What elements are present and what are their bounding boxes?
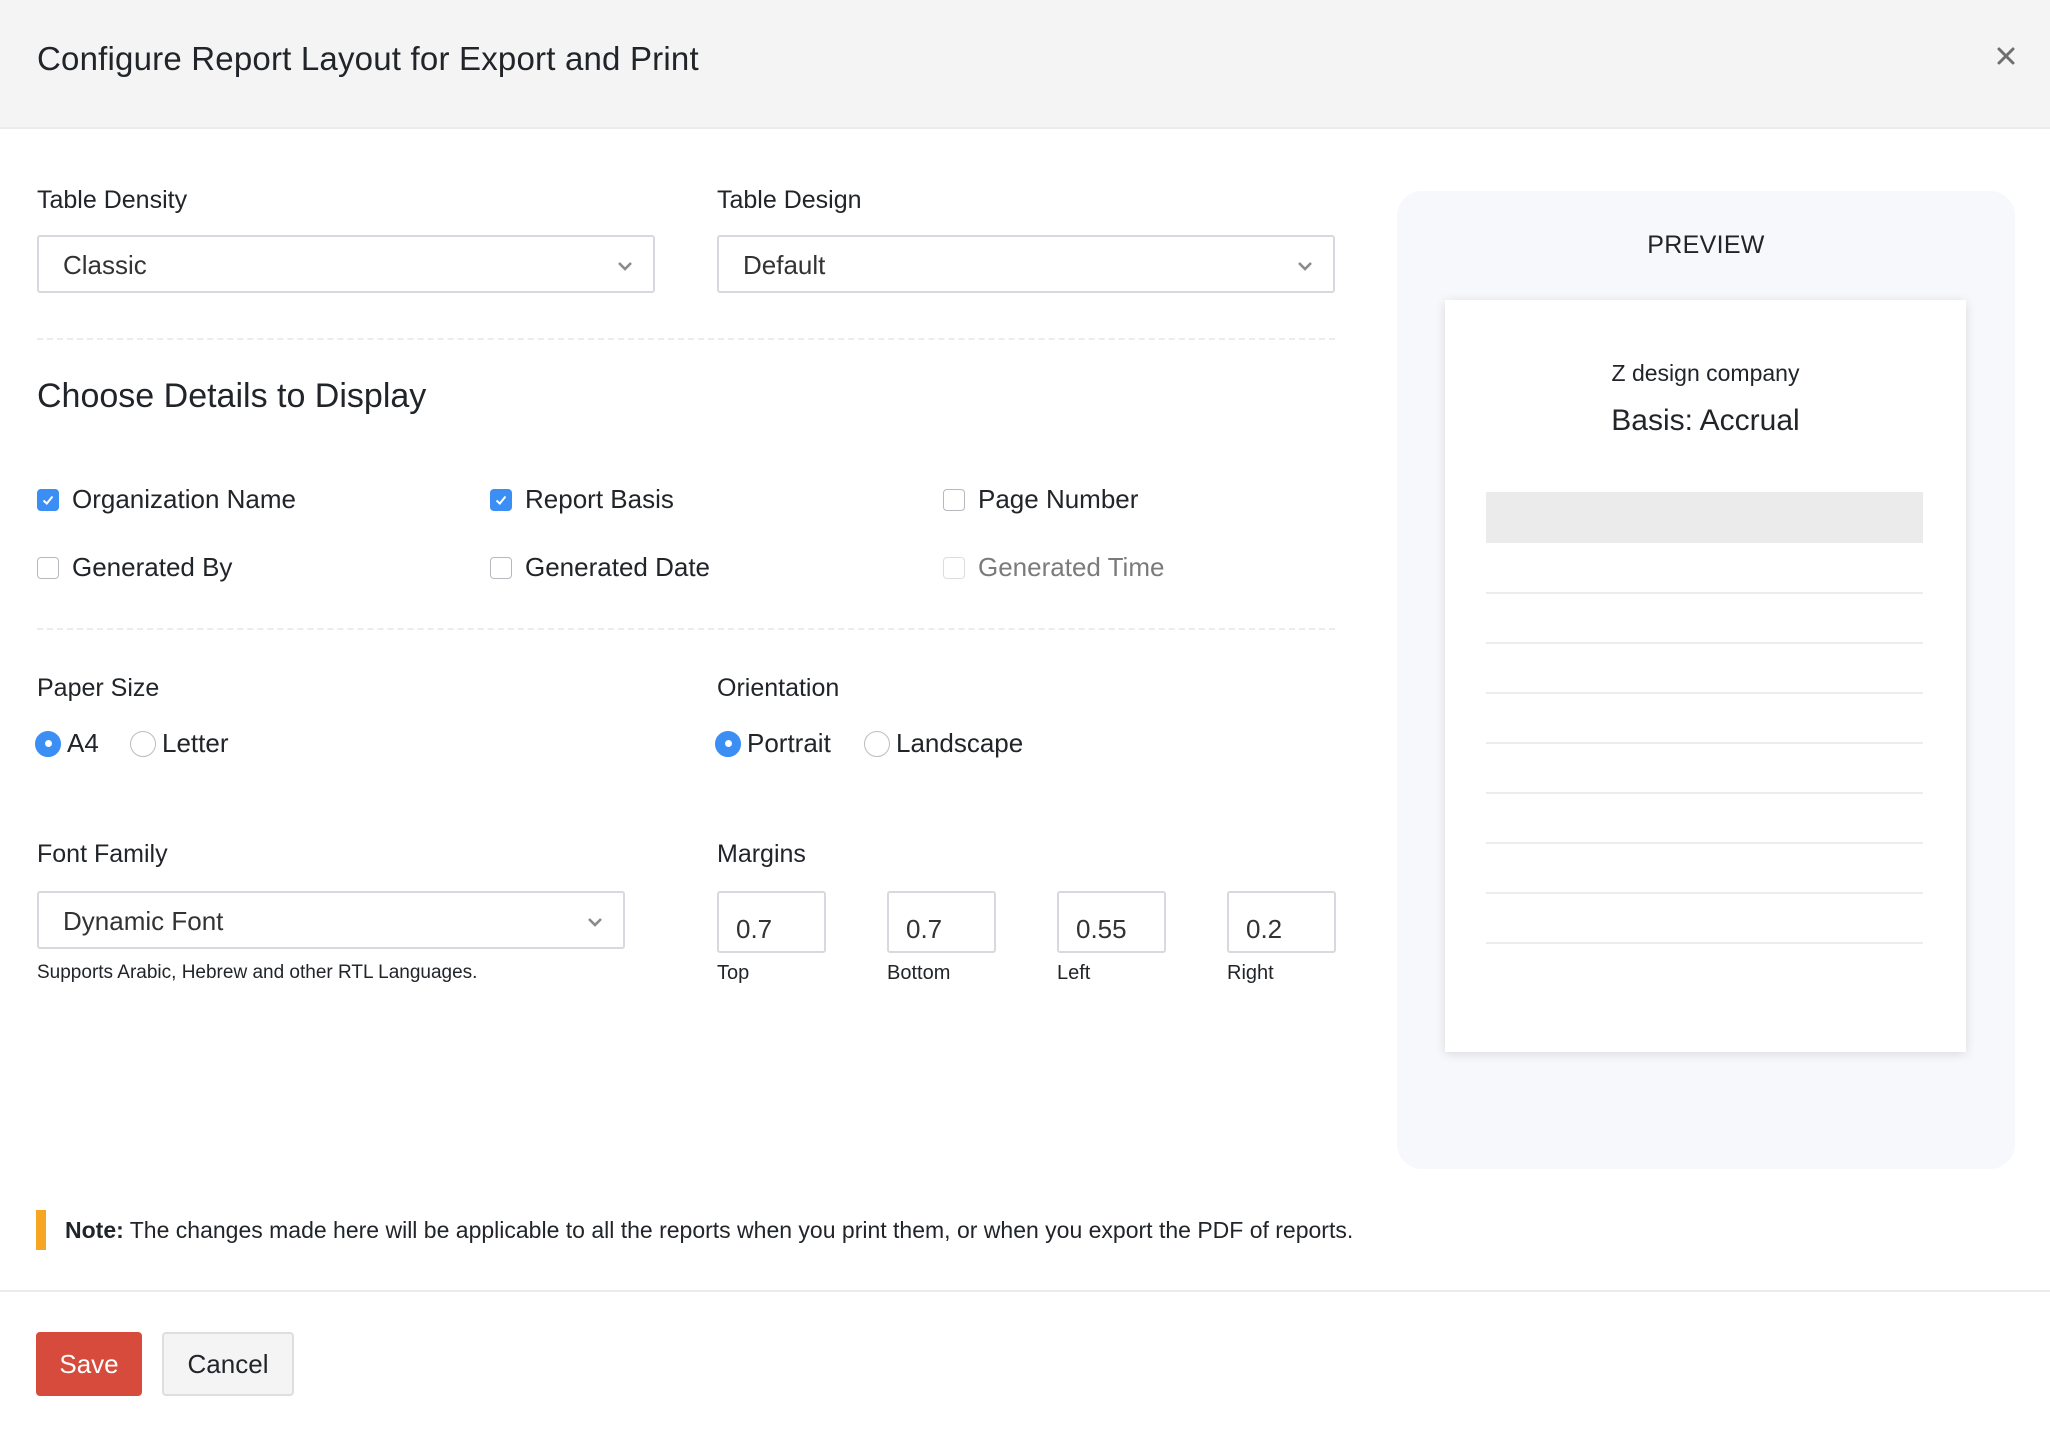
checkbox-box[interactable] (37, 488, 59, 511)
checkbox-box[interactable] (490, 488, 512, 511)
checkbox-label: Generated Time (978, 552, 1165, 582)
checkmark-icon (42, 495, 54, 505)
radio-label: Letter (162, 728, 229, 758)
checkbox-box[interactable] (943, 488, 965, 511)
margin-left-label: Left (1057, 962, 1091, 984)
margin-top-input[interactable] (717, 891, 826, 953)
checkbox-page-number[interactable]: Page Number (943, 484, 1138, 515)
margin-right-input[interactable] (1227, 891, 1336, 953)
table-density-label: Table Density (37, 186, 188, 214)
radio-label: Portrait (747, 728, 831, 758)
radio-dot[interactable] (130, 730, 156, 757)
note-accent-bar (36, 1210, 46, 1250)
table-density-value: Classic (63, 250, 147, 280)
margin-left-input[interactable] (1057, 891, 1166, 953)
radio-dot[interactable] (715, 730, 741, 757)
preview-report-basis: Basis: Accrual (1611, 404, 1800, 437)
checkmark-icon (495, 495, 507, 505)
font-family-select[interactable]: Dynamic Font (37, 891, 625, 949)
table-design-label: Table Design (717, 186, 862, 214)
note-text: Note: The changes made here will be appl… (65, 1217, 1353, 1244)
margin-bottom-label: Bottom (887, 962, 951, 984)
checkbox-generated-time: Generated Time (943, 552, 1164, 583)
checkbox-label: Organization Name (72, 484, 296, 514)
checkbox-box[interactable] (490, 556, 512, 579)
chevron-down-icon (1298, 262, 1312, 271)
checkbox-label: Report Basis (525, 484, 674, 514)
preview-table-row (1486, 942, 1923, 944)
radio-dot[interactable] (864, 730, 890, 757)
preview-paper: Z design company Basis: Accrual (1445, 300, 1966, 1052)
cancel-button[interactable]: Cancel (162, 1332, 294, 1396)
checkbox-report-basis[interactable]: Report Basis (490, 484, 674, 515)
close-icon (1997, 47, 2015, 65)
radio-landscape[interactable]: Landscape (864, 728, 1023, 759)
table-density-select[interactable]: Classic (37, 235, 655, 293)
section-divider (37, 628, 1335, 630)
margin-right-label: Right (1227, 962, 1274, 984)
orientation-label: Orientation (717, 674, 840, 702)
margin-top-label: Top (717, 962, 750, 984)
dialog-header: Configure Report Layout for Export and P… (0, 0, 2050, 129)
font-family-helper: Supports Arabic, Hebrew and other RTL La… (37, 962, 478, 983)
preview-table-row (1486, 792, 1923, 794)
preview-organization-name: Z design company (1611, 360, 1800, 386)
preview-table-row (1486, 642, 1923, 644)
chevron-down-icon (618, 262, 632, 271)
close-button[interactable] (1990, 40, 2022, 72)
checkbox-label: Generated By (72, 552, 233, 582)
preview-panel: PREVIEW Z design company Basis: Accrual (1397, 191, 2015, 1169)
checkbox-box[interactable] (37, 556, 59, 579)
table-design-select[interactable]: Default (717, 235, 1335, 293)
preview-title: PREVIEW (1647, 231, 1765, 259)
radio-portrait[interactable]: Portrait (715, 728, 831, 759)
section-divider (37, 338, 1335, 340)
checkbox-generated-date[interactable]: Generated Date (490, 552, 710, 583)
note-body: The changes made here will be applicable… (123, 1216, 1354, 1243)
save-button[interactable]: Save (36, 1332, 142, 1396)
footer-divider (0, 1290, 2050, 1292)
margin-bottom-input[interactable] (887, 891, 996, 953)
font-family-value: Dynamic Font (63, 906, 224, 936)
dialog-title: Configure Report Layout for Export and P… (37, 40, 699, 77)
details-section-title: Choose Details to Display (37, 377, 427, 415)
note-banner: Note: The changes made here will be appl… (36, 1210, 1353, 1250)
radio-dot[interactable] (35, 730, 61, 757)
preview-table-row (1486, 892, 1923, 894)
radio-a4[interactable]: A4 (35, 728, 99, 759)
preview-table-row (1486, 842, 1923, 844)
checkbox-box (943, 556, 965, 579)
checkbox-generated-by[interactable]: Generated By (37, 552, 232, 583)
margins-label: Margins (717, 840, 806, 868)
font-family-label: Font Family (37, 840, 168, 868)
preview-table-row (1486, 692, 1923, 694)
radio-label: Landscape (896, 728, 1024, 758)
note-prefix: Note: (65, 1216, 124, 1243)
paper-size-label: Paper Size (37, 674, 160, 702)
checkbox-label: Page Number (978, 484, 1139, 514)
checkbox-label: Generated Date (525, 552, 711, 582)
radio-letter[interactable]: Letter (130, 728, 229, 759)
preview-table-header (1486, 492, 1923, 543)
chevron-down-icon (588, 918, 602, 927)
preview-table-row (1486, 742, 1923, 744)
radio-label: A4 (67, 728, 99, 758)
table-design-value: Default (743, 250, 826, 280)
checkbox-organization-name[interactable]: Organization Name (37, 484, 296, 515)
preview-table-row (1486, 592, 1923, 594)
